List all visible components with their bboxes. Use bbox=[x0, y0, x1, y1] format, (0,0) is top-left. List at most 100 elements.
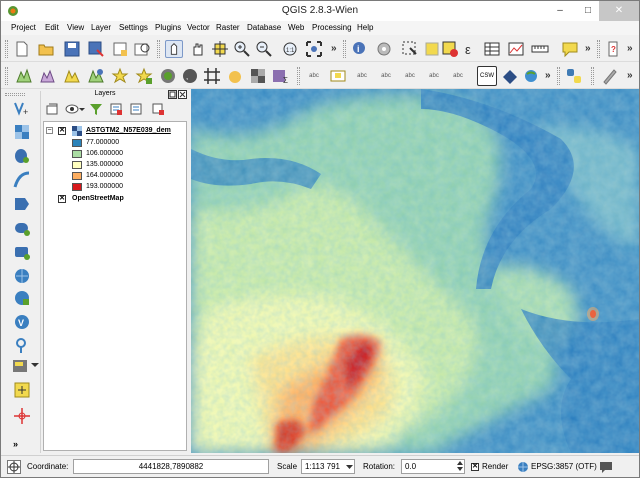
identify-features-icon[interactable]: i bbox=[351, 40, 369, 58]
zoom-actual-size-icon[interactable]: 1:1 bbox=[281, 40, 299, 58]
measure-line-icon[interactable] bbox=[531, 40, 549, 58]
new-project-icon[interactable] bbox=[13, 40, 31, 58]
attribute-table-icon[interactable] bbox=[483, 40, 501, 58]
openlayers-plugin-icon[interactable] bbox=[523, 67, 541, 85]
spinbox-arrows-icon[interactable] bbox=[457, 460, 463, 472]
toolbar-grip[interactable] bbox=[597, 40, 600, 58]
select-by-value-icon[interactable] bbox=[423, 40, 441, 58]
add-grid-layer-icon[interactable] bbox=[203, 67, 221, 85]
toolbar-grip[interactable] bbox=[5, 40, 8, 58]
pin-labels-icon[interactable]: abc bbox=[353, 67, 371, 85]
save-project-icon[interactable] bbox=[63, 40, 81, 58]
zoom-out-icon[interactable] bbox=[255, 40, 273, 58]
crosshair-tool-icon[interactable] bbox=[13, 407, 31, 425]
chevron-down-icon[interactable] bbox=[31, 361, 39, 369]
help-whats-this-icon[interactable]: ? bbox=[605, 40, 623, 58]
add-mssql-tool-icon[interactable] bbox=[13, 195, 31, 213]
add-raster-layer-icon[interactable] bbox=[39, 67, 57, 85]
add-gps-layer-icon[interactable] bbox=[13, 381, 31, 399]
add-oracle-tool-icon[interactable] bbox=[13, 219, 31, 237]
menu-vector[interactable]: Vector bbox=[187, 23, 210, 32]
toolbar-grip[interactable] bbox=[591, 67, 594, 85]
menu-processing[interactable]: Processing bbox=[312, 23, 352, 32]
filter-legend-icon[interactable] bbox=[89, 102, 103, 116]
float-panel-icon[interactable] bbox=[168, 90, 177, 99]
menu-raster[interactable]: Raster bbox=[216, 23, 240, 32]
toolbar-grip[interactable] bbox=[157, 40, 160, 58]
layer-row-osm[interactable]: ✕ OpenStreetMap bbox=[44, 194, 186, 204]
new-layer-tool-icon[interactable] bbox=[11, 357, 29, 375]
composer-manager-icon[interactable] bbox=[133, 40, 151, 58]
toolbar-grip[interactable] bbox=[297, 67, 300, 85]
add-virtual-layer-icon[interactable]: Σ bbox=[271, 67, 289, 85]
new-print-composer-icon[interactable] bbox=[111, 40, 129, 58]
add-postgis-layer-icon[interactable] bbox=[63, 67, 81, 85]
manage-visibility-icon[interactable] bbox=[65, 102, 79, 116]
select-features-icon[interactable] bbox=[401, 40, 419, 58]
menu-help[interactable]: Help bbox=[357, 23, 373, 32]
add-raster-tool-icon[interactable] bbox=[13, 123, 31, 141]
run-feature-action-icon[interactable] bbox=[375, 40, 393, 58]
layer-labeling-icon[interactable] bbox=[329, 67, 347, 85]
add-group-icon[interactable] bbox=[45, 102, 59, 116]
add-vector-layer-icon[interactable] bbox=[15, 67, 33, 85]
coordinate-field[interactable]: 4441828,7890882 bbox=[73, 459, 269, 474]
collapse-all-icon[interactable] bbox=[129, 102, 143, 116]
change-label-icon[interactable]: abc bbox=[449, 67, 467, 85]
minimize-button[interactable]: – bbox=[545, 1, 575, 21]
toolbar-grip[interactable] bbox=[557, 67, 560, 85]
layer-row-dem[interactable]: − ✕ ASTGTM2_N57E039_dem bbox=[44, 126, 186, 136]
zoom-full-icon[interactable] bbox=[305, 40, 323, 58]
chevron-down-icon[interactable] bbox=[79, 107, 85, 113]
label-tool-icon[interactable]: abc bbox=[305, 67, 323, 85]
digitizing-pen-icon[interactable] bbox=[601, 67, 619, 85]
deselect-all-icon[interactable] bbox=[441, 40, 459, 58]
move-label-icon[interactable]: abc bbox=[401, 67, 419, 85]
add-wcs-tool-icon[interactable] bbox=[13, 289, 31, 307]
toggle-extents-icon[interactable] bbox=[7, 460, 21, 474]
statistics-icon[interactable] bbox=[507, 40, 525, 58]
add-vector-tool-icon[interactable]: + bbox=[13, 99, 31, 117]
close-button[interactable]: ✕ bbox=[599, 1, 639, 21]
chevron-down-icon[interactable] bbox=[346, 464, 353, 470]
toolbar-overflow-button[interactable]: » bbox=[331, 43, 337, 54]
layer-visibility-checkbox[interactable]: ✕ bbox=[58, 195, 66, 203]
show-hide-labels-icon[interactable]: abc bbox=[377, 67, 395, 85]
pan-to-selection-icon[interactable] bbox=[211, 40, 229, 58]
add-wcs-layer-icon[interactable] bbox=[135, 67, 153, 85]
open-project-icon[interactable] bbox=[37, 40, 55, 58]
python-console-icon[interactable] bbox=[565, 67, 583, 85]
expand-all-icon[interactable] bbox=[109, 102, 123, 116]
remove-layer-icon[interactable] bbox=[151, 102, 165, 116]
add-raster-grid-icon[interactable] bbox=[249, 67, 267, 85]
pan-map-icon[interactable] bbox=[165, 40, 183, 58]
toolbar-grip[interactable] bbox=[5, 67, 8, 85]
toolbar-overflow-button[interactable]: » bbox=[627, 70, 633, 81]
add-db2-tool-icon[interactable] bbox=[13, 243, 31, 261]
crs-globe-icon[interactable] bbox=[517, 461, 529, 473]
add-wfs-tool-icon[interactable]: V bbox=[13, 313, 31, 331]
menu-layer[interactable]: Layer bbox=[91, 23, 111, 32]
toolbar-overflow-button[interactable]: » bbox=[13, 439, 18, 449]
menu-edit[interactable]: Edit bbox=[45, 23, 59, 32]
add-delimited-tool-icon[interactable] bbox=[13, 337, 31, 355]
add-wms-layer-icon[interactable] bbox=[111, 67, 129, 85]
messages-icon[interactable] bbox=[599, 460, 613, 474]
toolbar-overflow-button[interactable]: » bbox=[545, 70, 551, 81]
collapse-icon[interactable]: − bbox=[46, 127, 53, 134]
rotate-label-icon[interactable]: abc bbox=[425, 67, 443, 85]
menu-plugins[interactable]: Plugins bbox=[155, 23, 181, 32]
pan-hand-icon[interactable] bbox=[189, 40, 207, 58]
render-checkbox[interactable]: ✕ bbox=[471, 463, 479, 471]
menu-view[interactable]: View bbox=[67, 23, 84, 32]
menu-web[interactable]: Web bbox=[288, 23, 304, 32]
save-as-icon[interactable] bbox=[87, 40, 105, 58]
menu-database[interactable]: Database bbox=[247, 23, 281, 32]
map-tips-icon[interactable] bbox=[561, 40, 579, 58]
toolbar-overflow-button[interactable]: » bbox=[585, 43, 591, 54]
new-shapefile-icon[interactable] bbox=[227, 67, 245, 85]
field-calculator-icon[interactable]: ε bbox=[461, 40, 479, 58]
add-delimited-text-icon[interactable]: , bbox=[181, 67, 199, 85]
toolbar-grip[interactable] bbox=[5, 93, 25, 96]
rotation-spinbox[interactable]: 0.0 bbox=[401, 459, 465, 474]
